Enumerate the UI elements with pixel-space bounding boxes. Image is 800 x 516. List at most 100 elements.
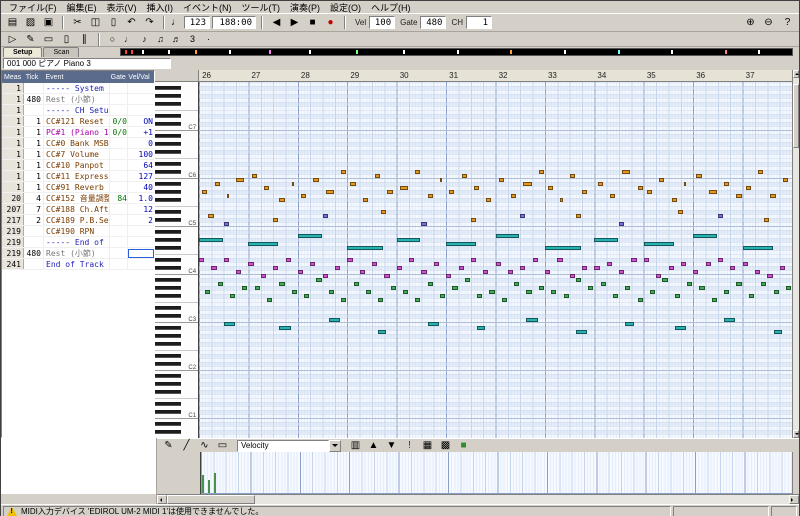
zoom-out-icon[interactable]: ⊖ bbox=[760, 15, 777, 30]
tab-setup[interactable]: Setup bbox=[3, 47, 43, 57]
select-tool-icon[interactable]: ▷ bbox=[4, 32, 21, 46]
midi-note[interactable] bbox=[687, 282, 693, 286]
midi-note[interactable] bbox=[520, 266, 526, 270]
midi-note[interactable] bbox=[205, 290, 211, 294]
midi-note[interactable] bbox=[606, 262, 612, 266]
midi-note[interactable] bbox=[223, 222, 229, 226]
midi-note[interactable] bbox=[767, 274, 773, 278]
line-tool-icon[interactable]: ╱ bbox=[178, 438, 195, 453]
vertical-scroll-thumb[interactable] bbox=[793, 84, 799, 148]
note-eighth-button[interactable]: ♪ bbox=[137, 33, 152, 45]
scroll-right-button[interactable] bbox=[789, 495, 799, 504]
piano-key-black[interactable] bbox=[155, 218, 182, 222]
midi-note[interactable] bbox=[322, 214, 328, 218]
midi-note[interactable] bbox=[449, 190, 455, 194]
midi-note[interactable] bbox=[334, 266, 341, 270]
midi-note[interactable] bbox=[347, 258, 353, 262]
piano-key-black[interactable] bbox=[155, 238, 182, 242]
midi-note[interactable] bbox=[612, 294, 619, 298]
midi-note[interactable] bbox=[551, 290, 557, 294]
midi-note[interactable] bbox=[328, 290, 334, 294]
midi-note[interactable] bbox=[387, 190, 393, 194]
midi-note[interactable] bbox=[291, 182, 294, 186]
midi-note[interactable] bbox=[217, 282, 223, 286]
midi-note[interactable] bbox=[495, 262, 501, 266]
midi-note[interactable] bbox=[214, 182, 220, 186]
song-overview-strip[interactable] bbox=[120, 48, 793, 56]
midi-note[interactable] bbox=[582, 190, 588, 194]
midi-note[interactable] bbox=[597, 182, 603, 186]
tempo-display[interactable]: 123 bbox=[184, 16, 210, 29]
midi-note[interactable] bbox=[600, 282, 606, 286]
midi-note[interactable] bbox=[588, 286, 594, 290]
midi-note[interactable] bbox=[730, 266, 736, 270]
midi-note[interactable] bbox=[671, 198, 677, 202]
piano-key-black[interactable] bbox=[155, 286, 182, 290]
midi-note[interactable] bbox=[211, 266, 217, 270]
piano-key-black[interactable] bbox=[155, 170, 182, 174]
midi-note[interactable] bbox=[785, 286, 792, 290]
midi-note[interactable] bbox=[248, 262, 254, 266]
histogram-icon[interactable]: ▥ bbox=[347, 438, 364, 453]
midi-note[interactable] bbox=[304, 294, 310, 298]
midi-note[interactable] bbox=[560, 198, 563, 202]
chevron-down-icon[interactable] bbox=[329, 439, 341, 452]
glue-tool-icon[interactable]: ▯ bbox=[58, 32, 75, 46]
midi-note[interactable] bbox=[764, 218, 770, 222]
piano-key-black[interactable] bbox=[155, 354, 182, 358]
midi-note[interactable] bbox=[779, 266, 785, 270]
velocity-bar[interactable] bbox=[213, 473, 216, 493]
midi-note[interactable] bbox=[625, 322, 634, 326]
midi-note[interactable] bbox=[415, 298, 421, 302]
rewind-button[interactable]: ◀ bbox=[268, 15, 285, 30]
piano-key-black[interactable] bbox=[155, 266, 182, 270]
piano-key-black[interactable] bbox=[155, 342, 182, 346]
event-row[interactable]: 1 1 CC#0 Bank MSB 0 bbox=[2, 138, 155, 149]
midi-note[interactable] bbox=[470, 218, 477, 222]
note-thirtysecond-button[interactable]: ♬ bbox=[169, 33, 184, 45]
midi-note[interactable] bbox=[353, 282, 359, 286]
midi-note[interactable] bbox=[696, 174, 702, 178]
midi-note[interactable] bbox=[523, 182, 532, 186]
piano-roll-grid[interactable] bbox=[199, 82, 793, 438]
midi-note[interactable] bbox=[347, 246, 384, 250]
midi-note[interactable] bbox=[202, 190, 208, 194]
midi-note[interactable] bbox=[384, 274, 390, 278]
piano-key-black[interactable] bbox=[155, 430, 182, 434]
midi-note[interactable] bbox=[625, 286, 631, 290]
midi-note[interactable] bbox=[575, 278, 582, 282]
event-row[interactable]: 1 1 CC#10 Panpot 64 bbox=[2, 160, 155, 171]
midi-note[interactable] bbox=[631, 258, 637, 262]
midi-note[interactable] bbox=[328, 318, 341, 322]
column-header-value[interactable]: Vel/Val bbox=[126, 74, 154, 81]
tab-scan[interactable]: Scan bbox=[43, 47, 80, 57]
midi-note[interactable] bbox=[313, 178, 319, 182]
midi-note[interactable] bbox=[659, 178, 665, 182]
pencil-tool-icon[interactable]: ✎ bbox=[160, 438, 177, 453]
midi-note[interactable] bbox=[396, 238, 421, 242]
midi-note[interactable] bbox=[427, 194, 433, 198]
midi-note[interactable] bbox=[514, 282, 520, 286]
velocity-lane[interactable] bbox=[200, 452, 793, 494]
midi-note[interactable] bbox=[236, 178, 245, 182]
new-file-icon[interactable]: ▤ bbox=[4, 15, 21, 30]
grid-icon[interactable]: ▦ bbox=[419, 438, 436, 453]
midi-note[interactable] bbox=[301, 194, 307, 198]
midi-note[interactable] bbox=[708, 190, 717, 194]
midi-note[interactable] bbox=[683, 182, 687, 186]
midi-note[interactable] bbox=[208, 214, 214, 218]
midi-note[interactable] bbox=[699, 286, 705, 290]
piano-key-black[interactable] bbox=[155, 278, 182, 282]
midi-note[interactable] bbox=[236, 270, 242, 274]
midi-note[interactable] bbox=[396, 266, 402, 270]
midi-note[interactable] bbox=[594, 238, 619, 242]
piano-key-black[interactable] bbox=[155, 94, 182, 98]
midi-note[interactable] bbox=[297, 234, 322, 238]
curve-tool-icon[interactable]: ∿ bbox=[196, 438, 213, 453]
midi-note[interactable] bbox=[538, 170, 544, 174]
midi-note[interactable] bbox=[662, 278, 668, 282]
midi-note[interactable] bbox=[637, 298, 643, 302]
midi-note[interactable] bbox=[761, 282, 767, 286]
midi-note[interactable] bbox=[724, 182, 730, 186]
piano-key-black[interactable] bbox=[155, 314, 182, 318]
